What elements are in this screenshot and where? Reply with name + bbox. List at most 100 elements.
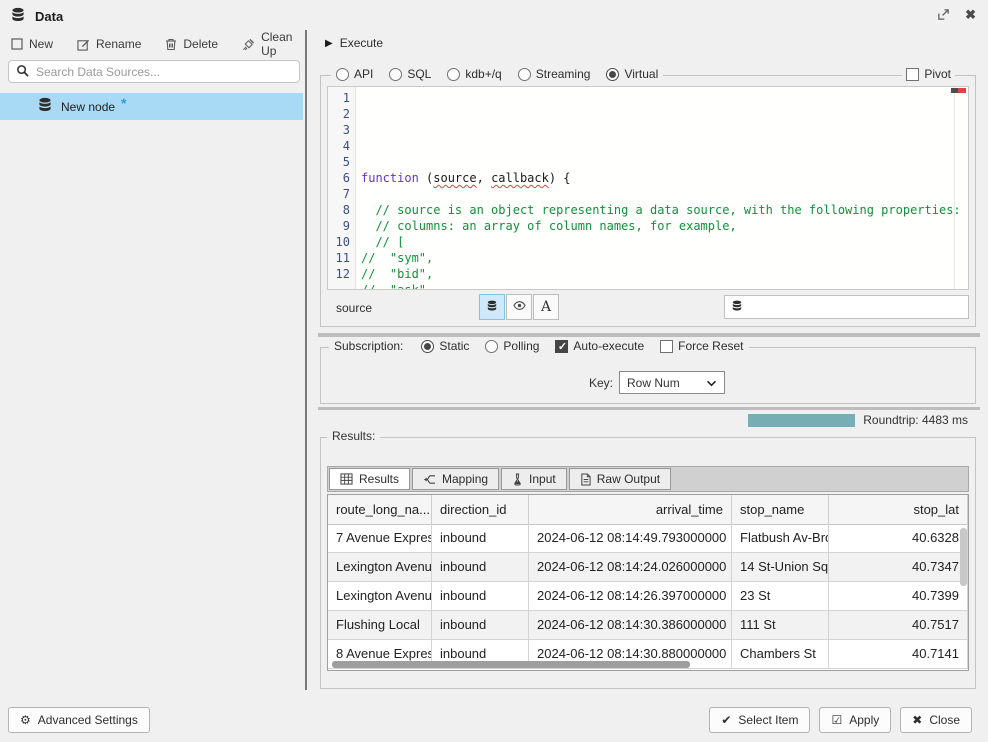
subscription-option-force-reset[interactable]: Force Reset xyxy=(660,339,743,353)
source-data-toggle[interactable] xyxy=(479,294,505,320)
subscription-option-auto-execute[interactable]: Auto-execute xyxy=(555,339,644,353)
source-label: source xyxy=(336,301,372,315)
type-radio-sql[interactable]: SQL xyxy=(389,67,431,81)
table-cell[interactable]: 40.7517 xyxy=(829,611,968,640)
type-radio-label: Streaming xyxy=(536,67,591,81)
table-cell[interactable]: 7 Avenue Expres xyxy=(328,524,432,553)
table-cell[interactable]: Flushing Local xyxy=(328,611,432,640)
table-cell[interactable]: inbound xyxy=(432,582,529,611)
table-cell[interactable]: 40.7347 xyxy=(829,553,968,582)
code-line: // source is an object representing a da… xyxy=(361,202,968,218)
type-radio-virtual[interactable]: Virtual xyxy=(606,67,658,81)
vertical-scrollbar[interactable] xyxy=(960,528,967,586)
code-token: // "bid", xyxy=(361,267,433,281)
table-cell[interactable]: 2024-06-12 08:14:26.397000000 xyxy=(529,582,732,611)
pivot-checkbox[interactable]: Pivot xyxy=(902,67,955,81)
search-icon xyxy=(16,64,29,80)
table-cell[interactable]: 2024-06-12 08:14:30.386000000 xyxy=(529,611,732,640)
line-number: 11 xyxy=(328,250,350,266)
editor-panel: ▶ Execute API SQL kdb+/q Streaming Virtual P… xyxy=(318,30,980,690)
code-line: // "sym", xyxy=(361,250,968,266)
code-editor[interactable]: 123456789101112 function (source, callba… xyxy=(327,86,969,290)
tab-mapping[interactable]: Mapping xyxy=(412,468,499,490)
table-cell[interactable]: 23 St xyxy=(732,582,829,611)
code-token: // source is an object representing a da… xyxy=(361,203,961,217)
table-cell[interactable]: 40.7141 xyxy=(829,640,968,669)
unsaved-marker: * xyxy=(121,95,126,111)
subscription-option-polling[interactable]: Polling xyxy=(485,339,539,353)
tab-input[interactable]: Input xyxy=(501,468,567,490)
execute-button[interactable]: ▶ Execute xyxy=(325,36,383,50)
table-grid-icon xyxy=(340,473,353,485)
table-cell[interactable]: Flatbush Av-Broo xyxy=(732,524,829,553)
table-cell[interactable]: inbound xyxy=(432,524,529,553)
toolbar-button-rename[interactable]: Rename xyxy=(77,37,141,51)
line-number: 4 xyxy=(328,138,350,154)
table-cell[interactable]: 111 St xyxy=(732,611,829,640)
eye-icon xyxy=(513,300,526,314)
checkbox-icon xyxy=(555,340,568,353)
source-preview-toggle[interactable] xyxy=(506,294,532,320)
flask-icon xyxy=(512,473,523,486)
broom-icon xyxy=(242,38,255,51)
type-radio-streaming[interactable]: Streaming xyxy=(518,67,591,81)
roundtrip-status: Roundtrip: 4483 ms xyxy=(748,413,968,427)
type-radio-kdb-q[interactable]: kdb+/q xyxy=(447,67,501,81)
line-number: 7 xyxy=(328,186,350,202)
radio-icon xyxy=(485,340,498,353)
radio-icon xyxy=(389,68,402,81)
column-header-stop-name[interactable]: stop_name xyxy=(732,495,829,525)
tab-label: Results xyxy=(359,472,399,486)
source-text-toggle[interactable]: A xyxy=(533,294,559,320)
table-cell[interactable]: 40.7399 xyxy=(829,582,968,611)
horizontal-splitter[interactable] xyxy=(318,333,980,337)
table-cell[interactable]: Lexington Avenu xyxy=(328,582,432,611)
code-line xyxy=(361,186,968,202)
table-cell[interactable]: 40.6328 xyxy=(829,524,968,553)
toolbar-button-clean-up[interactable]: Clean Up xyxy=(242,30,303,58)
column-header-route-long-na[interactable]: route_long_na... xyxy=(328,495,432,525)
checkbox-icon xyxy=(906,68,919,81)
subscription-option-static[interactable]: Static xyxy=(421,339,469,353)
table-cell[interactable]: inbound xyxy=(432,553,529,582)
type-radio-label: API xyxy=(354,67,373,81)
tab-raw-output[interactable]: Raw Output xyxy=(569,468,671,490)
select-item-button[interactable]: ✔ Select Item xyxy=(709,707,810,733)
roundtrip-label: Roundtrip: 4483 ms xyxy=(863,413,968,427)
type-radio-api[interactable]: API xyxy=(336,67,373,81)
tree-item-new-node[interactable]: New node * xyxy=(0,93,303,120)
table-cell[interactable]: 14 St-Union Sq xyxy=(732,553,829,582)
select-item-label: Select Item xyxy=(738,713,798,727)
source-view-toggles: A xyxy=(479,294,560,320)
horizontal-splitter[interactable] xyxy=(318,407,980,410)
advanced-settings-button[interactable]: ⚙ Advanced Settings xyxy=(8,707,150,733)
source-row: source A xyxy=(327,294,969,321)
key-select[interactable]: Row Num xyxy=(619,371,725,394)
search-box xyxy=(8,60,300,83)
apply-button[interactable]: ☑ Apply xyxy=(819,707,891,733)
expand-icon[interactable] xyxy=(937,8,950,21)
panel-splitter[interactable] xyxy=(305,30,307,690)
source-input[interactable] xyxy=(749,300,962,315)
check-icon: ✔ xyxy=(721,713,731,727)
toolbar-button-new[interactable]: New xyxy=(11,37,53,51)
column-header-arrival-time[interactable]: arrival_time xyxy=(529,495,732,525)
horizontal-scrollbar[interactable] xyxy=(332,661,690,668)
results-tabs: Results MappingInputRaw Output xyxy=(327,466,969,492)
table-cell[interactable]: Lexington Avenu xyxy=(328,553,432,582)
line-number: 9 xyxy=(328,218,350,234)
table-cell[interactable]: 2024-06-12 08:14:24.026000000 xyxy=(529,553,732,582)
search-input[interactable] xyxy=(36,65,292,79)
table-cell[interactable]: 2024-06-12 08:14:49.793000000 xyxy=(529,524,732,553)
key-label: Key: xyxy=(589,376,613,390)
table-cell[interactable]: inbound xyxy=(432,611,529,640)
toolbar-button-delete[interactable]: Delete xyxy=(165,37,218,51)
close-button[interactable]: ✖ Close xyxy=(900,707,972,733)
tab-results[interactable]: Results xyxy=(329,468,410,490)
table-cell[interactable]: Chambers St xyxy=(732,640,829,669)
column-header-direction-id[interactable]: direction_id xyxy=(432,495,529,525)
editor-error-marker xyxy=(958,88,966,93)
results-legend: Results: xyxy=(327,429,380,443)
column-header-stop-lat[interactable]: stop_lat xyxy=(829,495,968,525)
query-type-group: API SQL kdb+/q Streaming Virtual xyxy=(331,67,663,81)
